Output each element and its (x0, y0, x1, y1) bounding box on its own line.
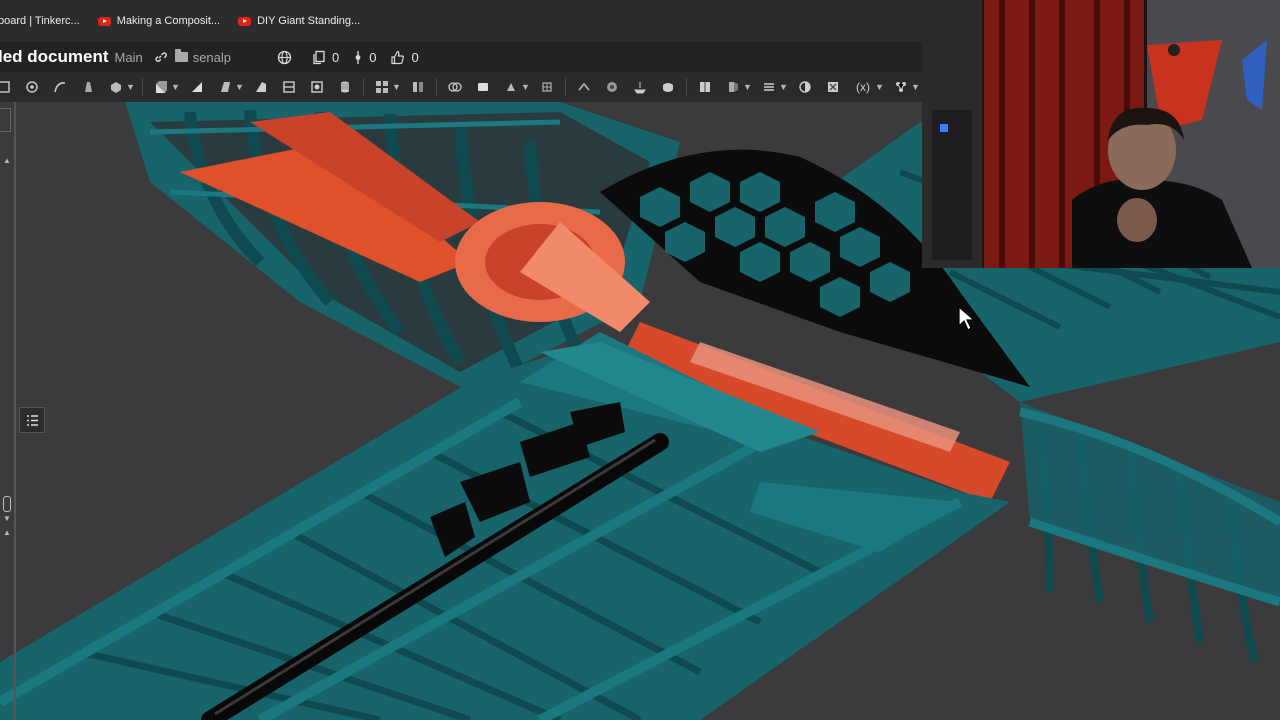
thumbs-up-icon (390, 50, 405, 65)
plane-icon[interactable] (539, 79, 555, 95)
versions-number: 0 (332, 49, 340, 65)
mouse-cursor (958, 306, 976, 331)
toolbar-divider (686, 78, 687, 96)
replicate-icon[interactable] (825, 79, 841, 95)
flange-icon[interactable] (725, 79, 741, 95)
chevron-down-icon[interactable]: ▼ (911, 82, 920, 92)
bookmark-label: DIY Giant Standing... (257, 15, 361, 27)
document-title[interactable]: led document (0, 47, 109, 67)
chevron-down-icon[interactable]: ▼ (743, 82, 752, 92)
chevron-down-icon[interactable]: ▼ (779, 82, 788, 92)
bookmark-tinkercad[interactable]: board | Tinkerc... (0, 15, 80, 27)
youtube-icon (97, 16, 111, 26)
rib-icon[interactable] (281, 79, 297, 95)
link-icon[interactable] (153, 50, 167, 64)
chevron-up-icon[interactable]: ▲ (3, 528, 11, 537)
toolbar-divider (436, 78, 437, 96)
sketch-icon[interactable] (0, 79, 12, 95)
frame-icon[interactable] (761, 79, 777, 95)
curve-icon[interactable] (604, 79, 620, 95)
thicken-icon[interactable] (108, 79, 124, 95)
chevron-down-icon[interactable]: ▼ (521, 82, 530, 92)
mirror-icon[interactable] (374, 79, 390, 95)
branch-label[interactable]: Main (115, 50, 143, 65)
panel-tab[interactable] (0, 108, 11, 132)
delete-icon[interactable] (503, 79, 519, 95)
shell-icon[interactable] (253, 79, 269, 95)
fillet-icon[interactable] (24, 79, 40, 95)
chevron-down-icon[interactable]: ▼ (171, 82, 180, 92)
toolbar-divider (142, 78, 143, 96)
split-icon[interactable] (447, 79, 463, 95)
feature-panel-edge: ▲ ▼ ▲ (0, 102, 16, 720)
likes-count[interactable]: 0 (390, 49, 419, 65)
measure-icon[interactable] (797, 79, 813, 95)
globe-icon (277, 50, 292, 65)
toolbar-divider (363, 78, 364, 96)
surface-icon[interactable] (632, 79, 648, 95)
bookmark-label: Making a Composit... (116, 15, 221, 27)
helix-icon[interactable] (576, 79, 592, 95)
loft-icon[interactable] (80, 79, 96, 95)
bookmark-diy-giant-standing[interactable]: DIY Giant Standing... (238, 15, 360, 27)
chevron-down-icon[interactable]: ▼ (3, 514, 11, 523)
extrude-icon[interactable] (153, 79, 169, 95)
transform-icon[interactable] (475, 79, 491, 95)
bookmark-label: board | Tinkerc... (0, 15, 80, 27)
folder-icon (174, 49, 188, 62)
public-status[interactable] (277, 50, 298, 65)
branches-count[interactable]: 0 (353, 50, 376, 65)
scroll-thumb[interactable] (3, 496, 11, 512)
section-icon[interactable] (660, 79, 676, 95)
pattern-icon[interactable] (337, 79, 353, 95)
draft-icon[interactable] (217, 79, 233, 95)
mate-icon[interactable] (893, 79, 909, 95)
chevron-up-icon[interactable]: ▲ (3, 156, 11, 165)
feature-list-button[interactable] (19, 407, 45, 433)
list-icon (26, 414, 38, 426)
left-wing (0, 332, 1010, 720)
sheet-metal-icon[interactable] (697, 79, 713, 95)
likes-number: 0 (411, 49, 419, 65)
sweep-icon[interactable] (52, 79, 68, 95)
revolve-icon[interactable] (189, 79, 205, 95)
variable-icon[interactable]: (x) (853, 79, 873, 95)
chevron-down-icon[interactable]: ▼ (235, 82, 244, 92)
commit-icon (353, 50, 363, 65)
chevron-down-icon[interactable]: ▼ (126, 82, 135, 92)
youtube-icon (238, 16, 252, 26)
branches-number: 0 (369, 49, 377, 65)
panel-divider[interactable] (14, 102, 16, 720)
chevron-down-icon[interactable]: ▼ (392, 82, 401, 92)
boolean-icon[interactable] (410, 79, 426, 95)
versions-count[interactable]: 0 (312, 50, 339, 65)
workspace-name[interactable]: senalp (193, 50, 231, 65)
webcam-feed-image (922, 0, 1280, 268)
toolbar-divider (565, 78, 566, 96)
chevron-down-icon[interactable]: ▼ (875, 82, 884, 92)
copy-icon (312, 50, 326, 65)
webcam-overlay (922, 0, 1280, 268)
bookmark-making-composite[interactable]: Making a Composit... (97, 15, 221, 27)
hole-icon[interactable] (309, 79, 325, 95)
